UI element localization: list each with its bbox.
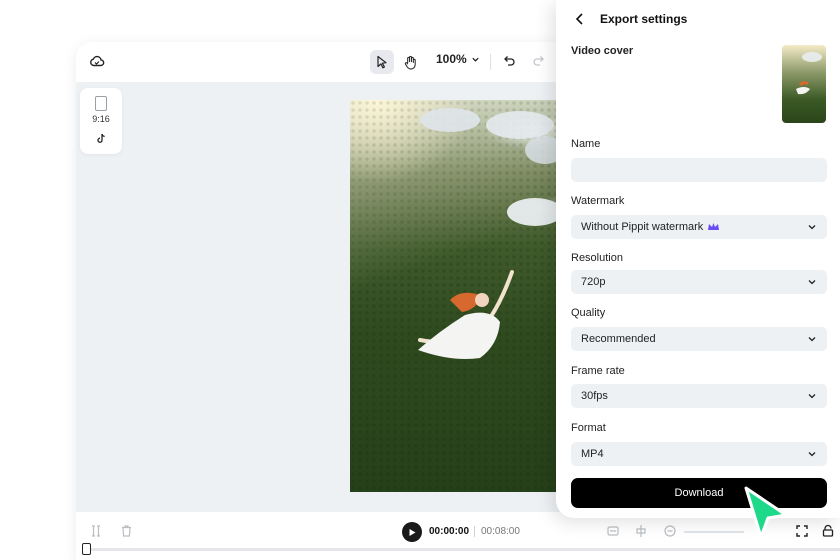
undo-icon[interactable]: [502, 54, 516, 68]
chevron-down-icon: [808, 452, 816, 457]
frame-rate-select[interactable]: 30fps: [571, 384, 827, 408]
timeline-bar: 00:00:00 00:08:00: [76, 512, 840, 560]
resolution-select[interactable]: 720p: [571, 270, 827, 294]
quality-label: Quality: [571, 307, 606, 319]
format-select[interactable]: MP4: [571, 442, 827, 466]
fullscreen-icon[interactable]: [795, 524, 809, 538]
chevron-down-icon: [808, 280, 816, 285]
video-cover-label: Video cover: [571, 45, 634, 57]
export-settings-panel: Export settings Video cover Name Waterma…: [556, 0, 840, 518]
timeline-zoom-slider[interactable]: [684, 531, 744, 533]
cover-figure: [796, 52, 822, 95]
quality-select[interactable]: Recommended: [571, 327, 827, 351]
watermark-select[interactable]: Without Pippit watermark: [571, 215, 827, 239]
resolution-value: 720p: [581, 276, 606, 288]
timeline-track[interactable]: [84, 548, 840, 551]
play-button[interactable]: [402, 522, 422, 542]
watermark-label: Watermark: [571, 195, 625, 207]
resolution-label: Resolution: [571, 252, 623, 264]
chevron-down-icon: [808, 394, 816, 399]
format-label: Format: [571, 422, 606, 434]
zoom-out-icon[interactable]: [663, 524, 677, 538]
frame-rate-label: Frame rate: [571, 365, 625, 377]
time-divider: [474, 526, 475, 537]
toolbar-divider: [490, 54, 491, 70]
chevron-down-icon: [808, 225, 816, 230]
format-value: MP4: [581, 448, 604, 460]
back-chevron-icon[interactable]: [574, 12, 586, 26]
cloud-sync-icon[interactable]: [89, 53, 105, 69]
timeline-playhead[interactable]: [82, 543, 91, 555]
hand-icon: [404, 55, 416, 70]
lock-icon[interactable]: [821, 524, 835, 538]
select-tool-button[interactable]: [370, 50, 394, 74]
video-cover-thumbnail[interactable]: [782, 45, 826, 123]
zoom-dropdown[interactable]: 100%: [436, 52, 480, 66]
zoom-value: 100%: [436, 52, 467, 66]
tiktok-icon: [96, 133, 106, 144]
portrait-frame-icon: [95, 96, 107, 111]
mouse-cursor-icon: [744, 486, 788, 539]
watermark-value: Without Pippit watermark: [581, 221, 704, 233]
align-icon[interactable]: [634, 524, 648, 538]
hand-tool-button[interactable]: [398, 50, 422, 74]
pointer-icon: [377, 55, 387, 69]
panel-title: Export settings: [600, 12, 688, 26]
redo-icon[interactable]: [532, 54, 546, 68]
quality-value: Recommended: [581, 333, 656, 345]
total-time: 00:08:00: [481, 526, 520, 537]
play-icon: [409, 528, 416, 536]
chevron-down-icon: [808, 337, 816, 342]
current-time: 00:00:00: [429, 526, 470, 537]
premium-crown-icon: [708, 223, 720, 230]
caption-icon[interactable]: [606, 524, 620, 538]
split-icon[interactable]: [89, 524, 103, 538]
name-input[interactable]: [571, 158, 827, 182]
chevron-down-icon: [472, 57, 479, 62]
name-label: Name: [571, 138, 601, 150]
aspect-ratio-label: 9:16: [92, 114, 110, 124]
aspect-ratio-selector[interactable]: 9:16: [80, 88, 122, 154]
trash-icon[interactable]: [120, 524, 133, 538]
frame-rate-value: 30fps: [581, 390, 608, 402]
